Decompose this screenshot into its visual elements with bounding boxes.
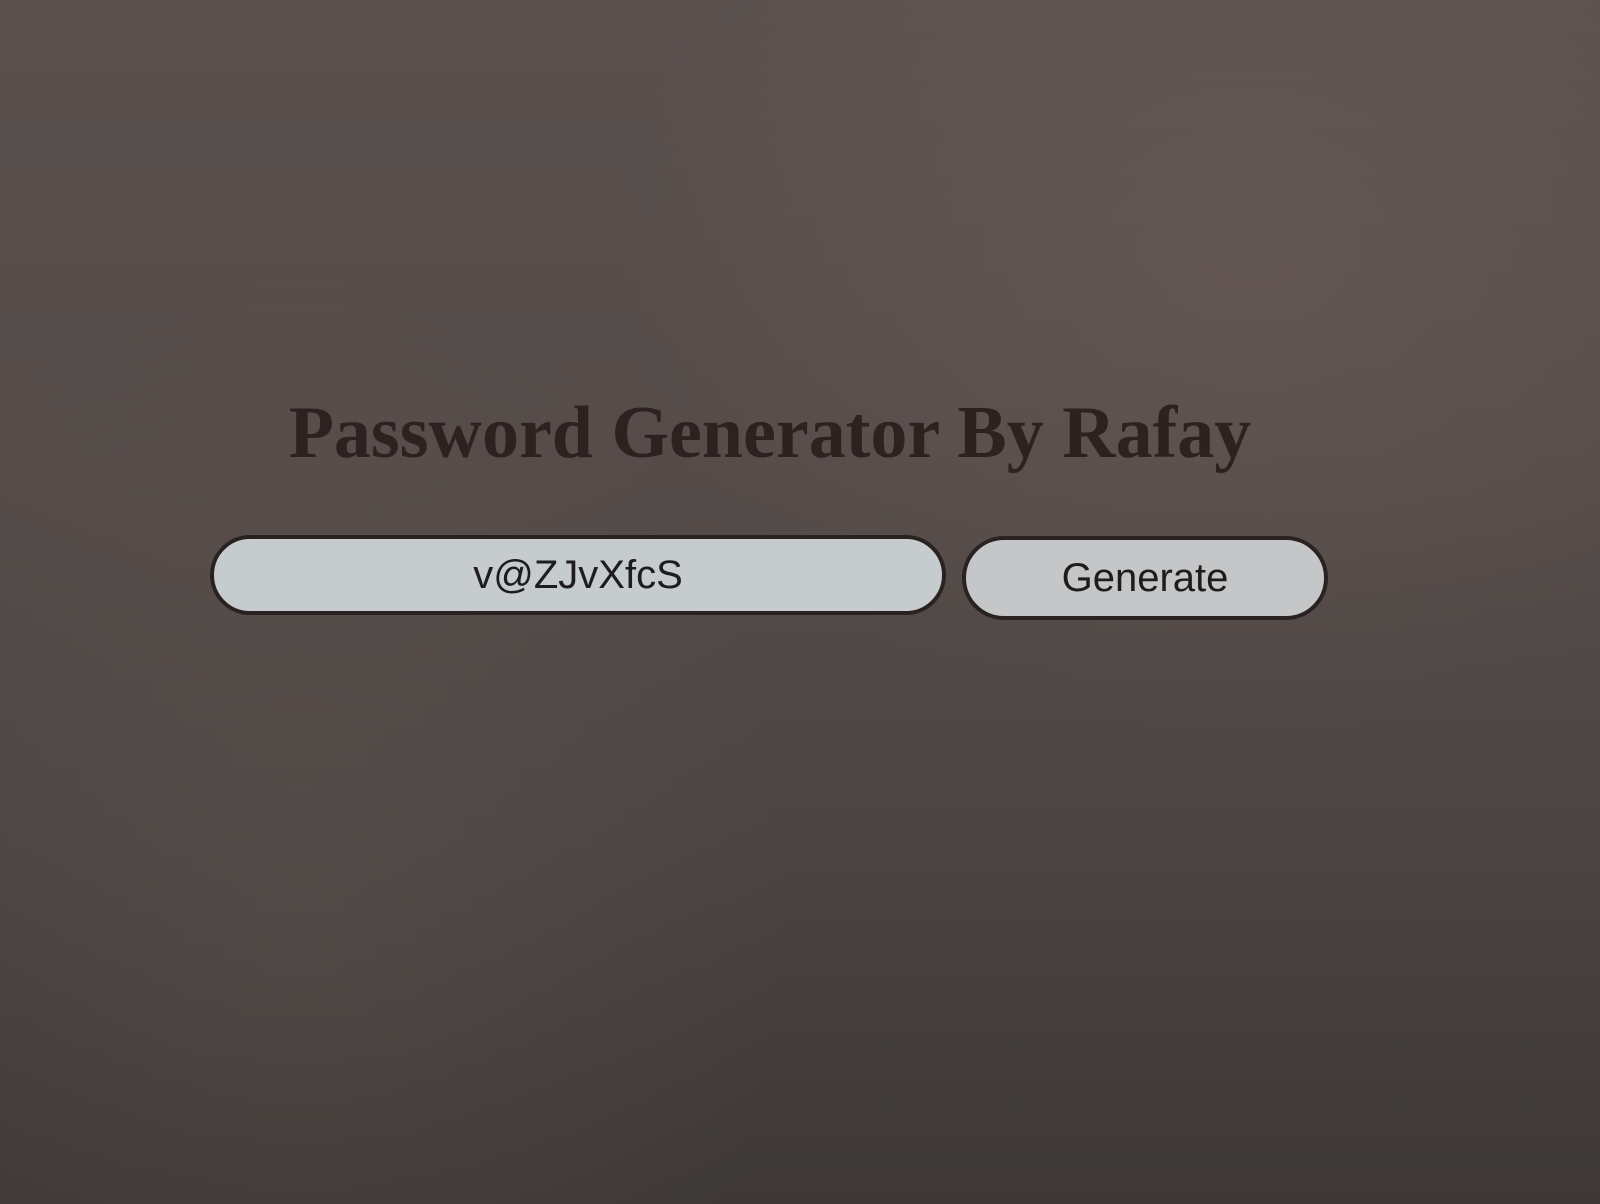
password-generator-app: Password Generator By Rafay Generate <box>0 0 1600 1204</box>
page-title: Password Generator By Rafay <box>288 392 1252 474</box>
generate-button[interactable]: Generate <box>962 536 1328 620</box>
generator-row: Generate <box>210 535 1330 623</box>
password-output-field[interactable] <box>210 535 946 615</box>
